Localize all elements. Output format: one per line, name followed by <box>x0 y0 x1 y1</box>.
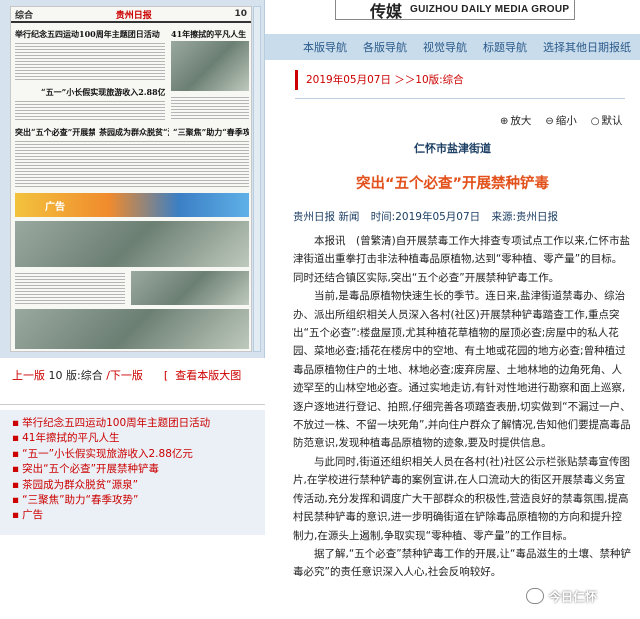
zoom-out-label: 缩小 <box>555 115 577 127</box>
nav-page-navigation[interactable]: 本版导航 <box>303 39 347 55</box>
top-navigation: 本版导航 各版导航 视觉导航 标题导航 选择其他日期报纸 <box>265 34 640 60</box>
view-large-link[interactable]: [ 查看本版大图 <box>164 369 241 382</box>
thumbnail-text-block <box>15 271 125 305</box>
list-item[interactable]: ▪ 突出“五个必查”开展禁种铲毒 <box>12 462 253 477</box>
thumbnail-text-block <box>15 139 249 187</box>
view-large-label: 查看本版大图 <box>175 369 242 382</box>
zoom-in-label: 放大 <box>510 115 532 127</box>
article-body: 本报讯 (曾繁清)自开展禁毒工作大排查专项试点工作以来,仁怀市盐津街道出重拳打击… <box>293 232 631 619</box>
nav-all-pages[interactable]: 各版导航 <box>363 39 407 55</box>
page-thumbnail-panel: 综合 贵州日报 10 举行纪念五四运动100周年主题团日活动 41年擦拭的平凡人… <box>0 0 265 358</box>
thumbnail-ad-photo <box>15 221 249 267</box>
bullet-icon: ▪ <box>12 417 20 429</box>
thumbnail-scrollbar[interactable] <box>253 6 261 352</box>
zoom-default-button[interactable]: ○ 默认 <box>591 113 623 128</box>
thumbnail-section: 综合 <box>15 10 34 21</box>
thumbnail-photo <box>171 41 249 91</box>
list-item-label: 突出“五个必查”开展禁种铲毒 <box>22 463 160 476</box>
thumbnail-ad-photo <box>15 309 249 349</box>
left-blank-area <box>0 535 265 619</box>
thumbnail-headline-6[interactable]: “三聚焦”助力“春季攻势” <box>173 127 249 138</box>
breadcrumb: 2019年05月07日 ＞＞10版:综合 <box>295 70 615 90</box>
nav-visual[interactable]: 视觉导航 <box>423 39 467 55</box>
list-item-label: “三聚焦”助力“春季攻势” <box>22 494 139 507</box>
separator <box>146 369 160 382</box>
meta-source: 贵州日报 新闻 <box>293 211 360 223</box>
thumbnail-masthead: 综合 贵州日报 10 <box>11 7 251 23</box>
thumbnail-text-block <box>171 95 249 121</box>
article-meta: 贵州日报 新闻 时间:2019年05月07日 来源:贵州日报 <box>293 209 633 224</box>
page-navigation: 上一版 10 版:综合 /下一版 [ 查看本版大图 <box>0 363 265 405</box>
circle-icon: ○ <box>590 116 600 127</box>
thumbnail-headline-2[interactable]: 41年擦拭的平凡人生 <box>171 29 249 40</box>
plus-icon: ⊕ <box>500 116 509 127</box>
zoom-controls: ⊕ 放大 ⊖ 缩小 ○ 默认 <box>500 113 623 128</box>
zoom-out-button[interactable]: ⊖ 缩小 <box>545 113 576 128</box>
bullet-icon: ▪ <box>12 509 20 522</box>
zoom-in-button[interactable]: ⊕ 放大 <box>500 113 531 128</box>
article-paragraph: 当前,是毒品原植物快速生长的季节。连日来,盐津街道禁毒办、综治办、派出所组织相关… <box>293 290 631 450</box>
thumbnail-ad-label: 广告 <box>45 202 65 213</box>
thumbnail-text-block <box>15 99 165 121</box>
article-list: ▪ 举行纪念五四运动100周年主题团日活动 ▪ 41年擦拭的平凡人生 ▪ “五一”小长… <box>0 410 265 535</box>
nav-choose-date[interactable]: 选择其他日期报纸 <box>543 39 631 55</box>
thumbnail-logo: 贵州日报 <box>115 10 152 21</box>
thumbnail-headline-5[interactable]: 茶园成为群众脱贫“源泉” <box>99 127 169 138</box>
thumbnail-ad-banner[interactable]: 广告 <box>15 193 249 217</box>
watermark-label: 今日仁怀 <box>549 589 598 604</box>
left-column: 综合 贵州日报 10 举行纪念五四运动100周年主题团日活动 41年擦拭的平凡人… <box>0 0 265 619</box>
list-item-label: 41年擦拭的平凡人生 <box>22 432 120 445</box>
bullet-icon: ▪ <box>12 463 20 476</box>
thumbnail-headline-1[interactable]: 举行纪念五四运动100周年主题团日活动 <box>15 29 165 40</box>
next-page-label: 下一版 <box>109 369 143 382</box>
media-group-logo: 传媒 GUIZHOU DAILY MEDIA GROUP <box>335 0 575 21</box>
list-item-label: 广告 <box>22 509 44 522</box>
bullet-icon: ▪ <box>12 432 20 445</box>
article-subtitle: 仁怀市盐津街道 <box>414 142 491 155</box>
article-paragraph: 据了解,“五个必查”禁种铲毒工作的开展,让“毒品滋生的土壤、禁种铲毒必究”的责任… <box>293 547 631 579</box>
list-item-label: “五一”小长假实现旅游收入2.88亿元 <box>22 447 193 460</box>
current-page-label: 10 版:综合 <box>48 369 103 382</box>
newspaper-page-thumbnail[interactable]: 综合 贵州日报 10 举行纪念五四运动100周年主题团日活动 41年擦拭的平凡人… <box>10 6 252 352</box>
thumbnail-page-number: 10 <box>234 9 247 19</box>
bullet-icon: ▪ <box>12 447 20 460</box>
minus-icon: ⊖ <box>545 116 554 127</box>
logo-cn: 传媒 <box>370 1 403 21</box>
thumbnail-text-block <box>15 41 165 81</box>
list-item[interactable]: ▪ “五一”小长假实现旅游收入2.88亿元 <box>12 447 253 462</box>
meta-time: 时间:2019年05月07日 <box>370 211 481 223</box>
divider <box>295 98 625 99</box>
zoom-default-label: 默认 <box>601 115 623 127</box>
meta-from: 来源:贵州日报 <box>491 211 559 223</box>
list-item-label: 茶园成为群众脱贫“源泉” <box>22 478 139 491</box>
list-item-label: 举行纪念五四运动100周年主题团日活动 <box>22 417 211 429</box>
bullet-icon: ▪ <box>12 494 20 507</box>
bullet-icon: ▪ <box>12 478 20 491</box>
article-paragraph: 本报讯 (曾繁清)自开展禁毒工作大排查专项试点工作以来,仁怀市盐津街道出重拳打击… <box>293 235 631 284</box>
list-item[interactable]: ▪ 41年擦拭的平凡人生 <box>12 431 253 446</box>
logo-en: GUIZHOU DAILY MEDIA GROUP <box>410 4 570 15</box>
thumbnail-headline-4[interactable]: 突出“五个必查”开展禁种铲毒 <box>15 127 95 138</box>
nav-headlines[interactable]: 标题导航 <box>483 39 527 55</box>
thumbnail-ad-photo <box>131 271 249 305</box>
list-item[interactable]: ▪ 举行纪念五四运动100周年主题团日活动 <box>12 416 253 431</box>
thumbnail-headline-3[interactable]: “五一”小长假实现旅游收入2.88亿元 <box>41 87 165 98</box>
next-page-link[interactable]: /下一版 <box>106 369 143 382</box>
wechat-icon <box>526 588 544 604</box>
list-item[interactable]: ▪ 茶园成为群众脱贫“源泉” <box>12 478 253 493</box>
watermark: 今日仁怀 <box>526 584 626 608</box>
prev-page-link[interactable]: 上一版 <box>12 369 45 382</box>
list-item[interactable]: ▪ 广告 <box>12 508 253 523</box>
article-paragraph: 与此同时,街道还组织相关人员在各村(社)社区公示栏张贴禁毒宣传图片,在学校进行禁… <box>293 455 631 542</box>
list-item[interactable]: ▪ “三聚焦”助力“春季攻势” <box>12 493 253 508</box>
article-title: 突出“五个必查”开展禁种铲毒 <box>355 176 550 192</box>
